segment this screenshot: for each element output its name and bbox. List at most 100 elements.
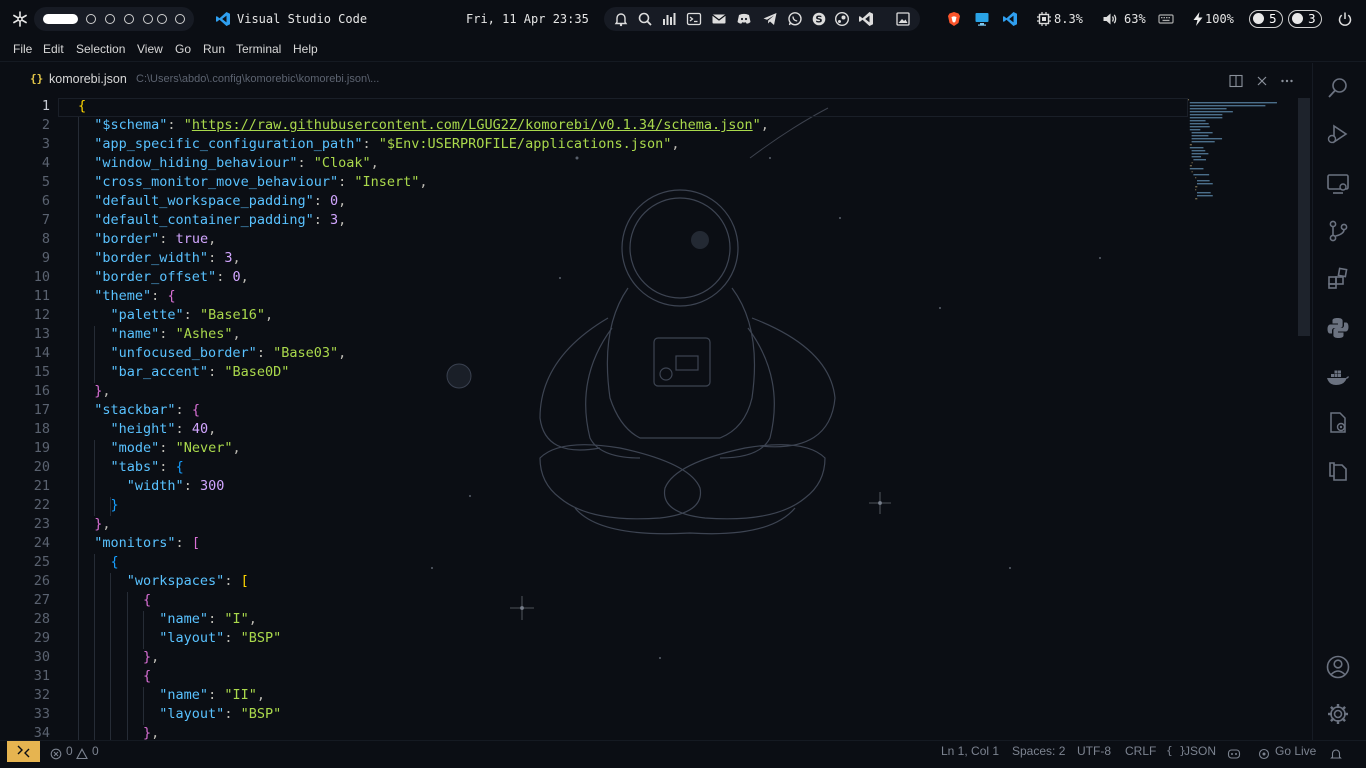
menu-file[interactable]: File xyxy=(13,42,32,56)
copilot-icon[interactable] xyxy=(1227,745,1241,759)
notifications-bell-icon[interactable] xyxy=(1330,745,1342,759)
error-count[interactable]: 0 xyxy=(66,744,73,758)
language-mode[interactable]: JSON xyxy=(1184,744,1216,758)
split-editor-icon[interactable] xyxy=(1229,73,1243,88)
workspace-dot[interactable] xyxy=(105,14,115,24)
workspace-dot[interactable] xyxy=(175,14,185,24)
notification-badge-left[interactable]: 5 xyxy=(1249,10,1283,28)
cursor-position[interactable]: Ln 1, Col 1 xyxy=(941,744,999,758)
broadcast-icon[interactable] xyxy=(1258,745,1270,760)
workspace-dot[interactable] xyxy=(143,14,153,24)
extensions-icon[interactable] xyxy=(1325,266,1351,292)
code-line[interactable]: }, xyxy=(78,649,159,665)
code-line[interactable]: "cross_monitor_move_behaviour": "Insert"… xyxy=(78,174,427,190)
minimap[interactable] xyxy=(1186,98,1296,218)
code-line[interactable]: "layout": "BSP" xyxy=(78,630,281,646)
scrollbar-thumb[interactable] xyxy=(1298,98,1310,336)
code-line[interactable]: "workspaces": [ xyxy=(78,573,249,589)
power-icon[interactable] xyxy=(1337,11,1353,27)
end-of-line[interactable]: CRLF xyxy=(1125,744,1156,758)
code-line[interactable]: "unfocused_border": "Base03", xyxy=(78,345,347,361)
menu-run[interactable]: Run xyxy=(203,42,225,56)
source-control-icon[interactable] xyxy=(1325,218,1351,244)
explorer-icon[interactable] xyxy=(1325,458,1351,484)
search-icon[interactable] xyxy=(1325,75,1351,101)
whatsapp-icon[interactable] xyxy=(787,11,803,27)
settings-file-icon[interactable] xyxy=(1325,410,1351,436)
screenshot-icon[interactable] xyxy=(895,11,911,27)
remote-explorer-icon[interactable] xyxy=(1325,171,1351,197)
code-line[interactable]: "app_specific_configuration_path": "$Env… xyxy=(78,136,679,152)
warning-icon[interactable] xyxy=(76,745,88,760)
code-line[interactable]: "tabs": { xyxy=(78,459,184,475)
menu-selection[interactable]: Selection xyxy=(76,42,125,56)
code-line[interactable]: "height": 40, xyxy=(78,421,217,437)
search-icon[interactable] xyxy=(637,11,653,27)
code-line[interactable]: "name": "I", xyxy=(78,611,257,627)
menu-go[interactable]: Go xyxy=(175,42,191,56)
bell-icon[interactable] xyxy=(613,11,629,27)
terminal-icon[interactable] xyxy=(686,11,702,27)
menu-terminal[interactable]: Terminal xyxy=(236,42,281,56)
run-debug-icon[interactable] xyxy=(1325,121,1351,147)
manage-gear-icon[interactable] xyxy=(1325,701,1351,727)
code-line[interactable]: "default_container_padding": 3, xyxy=(78,212,346,228)
code-line[interactable]: "border_offset": 0, xyxy=(78,269,248,285)
skype-icon[interactable]: S xyxy=(811,11,827,27)
code-line[interactable]: { xyxy=(78,98,86,114)
menu-view[interactable]: View xyxy=(137,42,163,56)
code-line[interactable]: "border_width": 3, xyxy=(78,250,240,266)
code-line[interactable]: }, xyxy=(78,516,110,532)
code-line[interactable]: "name": "Ashes", xyxy=(78,326,241,342)
code-line[interactable]: "mode": "Never", xyxy=(78,440,241,456)
python-icon[interactable] xyxy=(1325,315,1351,341)
vscode-app-icon[interactable] xyxy=(1002,11,1018,27)
code-line[interactable]: "window_hiding_behaviour": "Cloak", xyxy=(78,155,379,171)
editor-area[interactable]: 1 2 3 4 5 6 7 8 9 10 11 12 13 14 15 16 17 18 19 20 21 22 23 24 2… xyxy=(0,98,1312,740)
vscode-tray-icon[interactable] xyxy=(858,11,874,27)
workspace-dot[interactable] xyxy=(157,14,167,24)
workspace-active[interactable] xyxy=(43,14,78,24)
code-line[interactable]: { xyxy=(78,668,151,684)
account-icon[interactable] xyxy=(1325,654,1351,680)
go-live-button[interactable]: Go Live xyxy=(1275,744,1316,758)
encoding[interactable]: UTF-8 xyxy=(1077,744,1111,758)
more-actions-icon[interactable] xyxy=(1280,73,1294,87)
code-line[interactable]: { xyxy=(78,554,119,570)
error-icon[interactable] xyxy=(50,745,62,760)
datetime[interactable]: Fri, 11 Apr 23:35 xyxy=(466,12,589,26)
code-line[interactable]: "layout": "BSP" xyxy=(78,706,281,722)
volume-icon[interactable] xyxy=(1102,11,1118,27)
keyboard-icon[interactable] xyxy=(1158,11,1174,27)
code-line[interactable]: }, xyxy=(78,725,159,740)
snowflake-icon[interactable] xyxy=(12,11,28,27)
code-line[interactable]: "bar_accent": "Base0D" xyxy=(78,364,290,380)
menu-help[interactable]: Help xyxy=(293,42,318,56)
telegram-icon[interactable] xyxy=(762,11,778,27)
code-line[interactable]: "stackbar": { xyxy=(78,402,200,418)
code-line[interactable]: "palette": "Base16", xyxy=(78,307,274,323)
notification-badge-right[interactable]: 3 xyxy=(1288,10,1322,28)
docker-icon[interactable] xyxy=(1325,364,1351,390)
close-icon[interactable] xyxy=(1255,73,1269,87)
code-line[interactable]: "width": 300 xyxy=(78,478,225,494)
steam-icon[interactable] xyxy=(834,11,850,27)
mail-icon[interactable] xyxy=(711,11,727,27)
warning-count[interactable]: 0 xyxy=(92,744,99,758)
workspace-dot[interactable] xyxy=(86,14,96,24)
remote-indicator-button[interactable] xyxy=(7,741,40,762)
menu-edit[interactable]: Edit xyxy=(43,42,64,56)
code-line[interactable]: }, xyxy=(78,383,110,399)
brave-icon[interactable] xyxy=(946,11,962,27)
code-line[interactable]: "default_workspace_padding": 0, xyxy=(78,193,346,209)
code-line[interactable]: "border": true, xyxy=(78,231,216,247)
code-line[interactable]: { xyxy=(78,592,151,608)
monitor-icon[interactable] xyxy=(974,11,990,27)
discord-icon[interactable] xyxy=(736,11,752,27)
code-line[interactable]: "$schema": "https://raw.githubuserconten… xyxy=(78,117,769,133)
indentation[interactable]: Spaces: 2 xyxy=(1012,744,1065,758)
code-line[interactable]: "name": "II", xyxy=(78,687,265,703)
code-line[interactable]: "monitors": [ xyxy=(78,535,200,551)
code-line[interactable]: } xyxy=(78,497,119,513)
chart-icon[interactable] xyxy=(661,11,677,27)
